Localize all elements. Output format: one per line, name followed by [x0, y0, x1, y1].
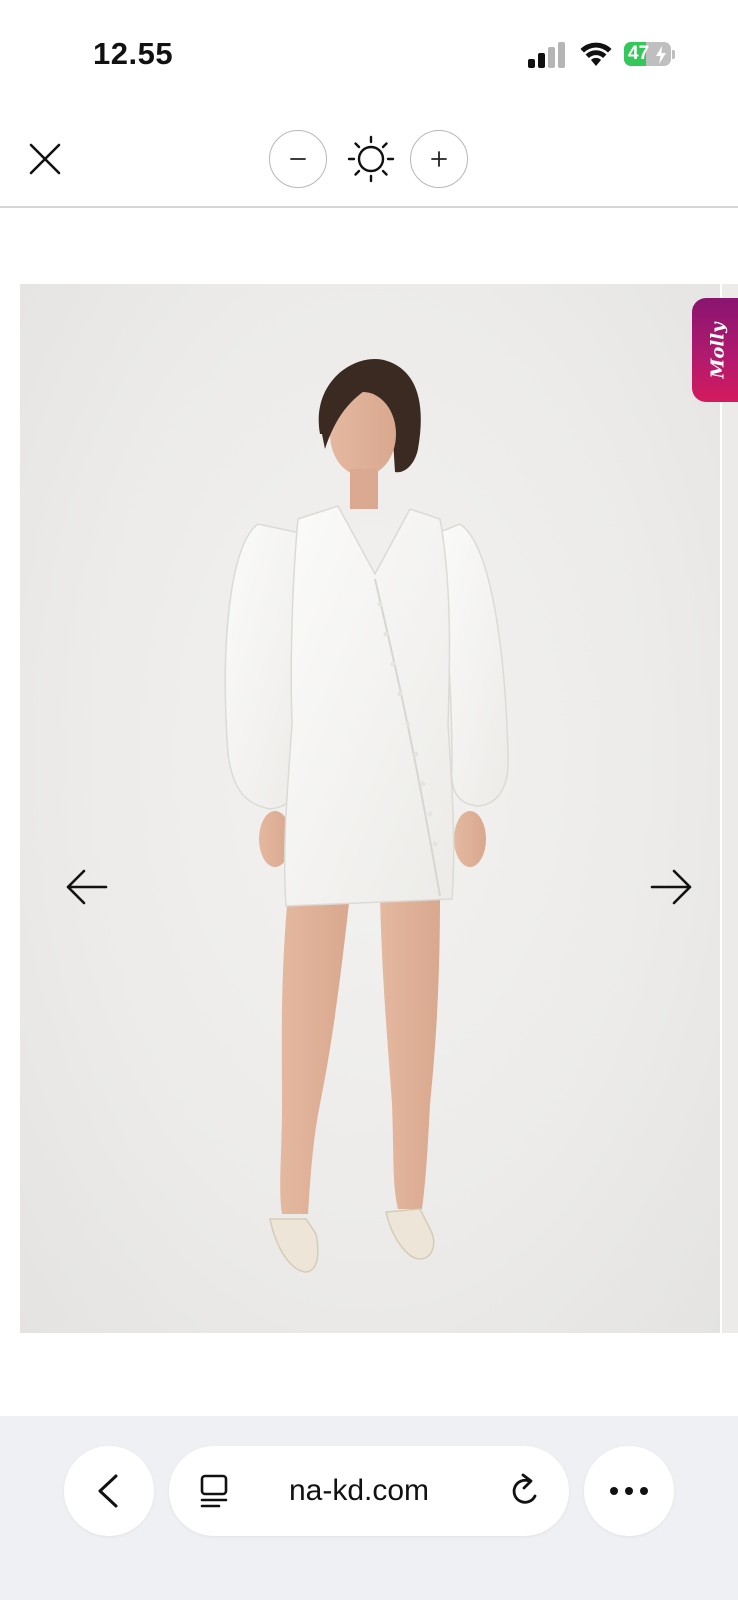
more-icon [610, 1487, 648, 1495]
molly-label: Molly [692, 298, 738, 402]
browser-bottom-bar: na-kd.com [0, 1416, 738, 1600]
plus-icon [431, 151, 447, 167]
address-bar[interactable]: na-kd.com [169, 1446, 569, 1536]
battery-icon: 47 [624, 40, 676, 68]
zoom-in-button[interactable] [410, 130, 468, 188]
battery-tip [672, 50, 675, 59]
model-figure [224, 358, 509, 1273]
zoom-out-button[interactable] [269, 130, 327, 188]
next-photo-peek[interactable] [722, 284, 738, 1333]
image-viewer: Molly [0, 210, 738, 1416]
back-button[interactable] [64, 1446, 154, 1536]
brightness-icon[interactable] [347, 135, 395, 183]
minus-icon [290, 158, 306, 160]
status-time: 12.55 [93, 36, 174, 71]
chevron-left-icon [98, 1474, 118, 1508]
molly-chat-tab[interactable]: Molly [692, 298, 738, 402]
more-button[interactable] [584, 1446, 674, 1536]
wifi-icon [580, 42, 612, 66]
product-photo[interactable] [20, 284, 720, 1333]
molly-label-text: Molly [707, 321, 729, 379]
arrow-right-icon[interactable] [648, 864, 694, 910]
close-icon[interactable] [26, 140, 64, 178]
charging-bolt-icon [656, 46, 666, 64]
signal-icon [528, 42, 565, 68]
status-bar: 12.55 47 [0, 0, 738, 110]
url-text[interactable]: na-kd.com [249, 1446, 469, 1536]
reload-icon[interactable] [507, 1472, 543, 1510]
viewer-toolbar [0, 110, 738, 208]
arrow-left-icon[interactable] [64, 864, 110, 910]
tabs-icon[interactable] [199, 1474, 231, 1508]
